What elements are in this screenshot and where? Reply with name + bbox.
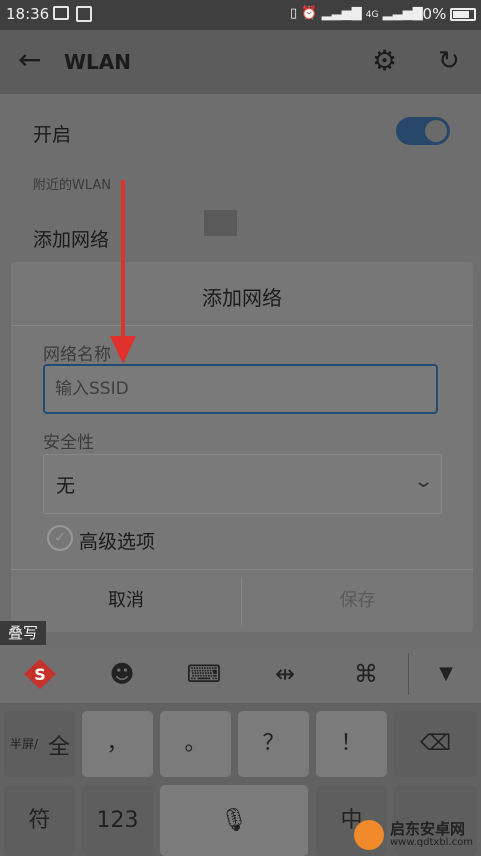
status-time: 18:36 xyxy=(6,5,50,23)
app-bar: ← WLAN ⚙ ↻ xyxy=(0,30,481,94)
space-key[interactable]: 🎙 xyxy=(160,785,308,856)
checkbox-icon[interactable]: ✓ xyxy=(47,525,73,551)
collapse-icon[interactable]: ▼ xyxy=(428,657,464,691)
notification-icon xyxy=(53,6,69,20)
watermark: 启东安卓网 www.qdtxbl.com xyxy=(352,818,478,852)
status-icons: ▯ ⏰ ▂▃▅▇ 4G ▂▃▅▇ xyxy=(290,6,423,21)
refresh-icon[interactable]: ↻ xyxy=(438,46,460,76)
status-bar: 18:36 ▯ ⏰ ▂▃▅▇ 4G ▂▃▅▇ 80% xyxy=(0,0,481,30)
backspace-icon: ⌫ xyxy=(419,731,452,756)
keyboard-icon[interactable]: ⌨ xyxy=(186,657,222,691)
vibrate-icon: ▯ xyxy=(290,6,298,21)
add-network-item[interactable]: 添加网络 xyxy=(33,225,109,252)
security-select[interactable]: 无 ⌄ xyxy=(43,454,442,514)
advanced-options-label: 高级选项 xyxy=(79,531,156,553)
back-arrow-icon[interactable]: ← xyxy=(18,45,41,75)
exclaim-key[interactable]: ！ xyxy=(316,711,387,777)
cursor-icon[interactable]: ⇹ xyxy=(267,657,303,691)
full-label: 全 xyxy=(48,735,71,760)
security-value: 无 xyxy=(56,475,76,497)
toggle-knob xyxy=(425,120,447,142)
watermark-logo-icon xyxy=(354,820,384,850)
period-key[interactable]: 。 xyxy=(160,711,231,777)
add-network-dialog: 添加网络 网络名称 安全性 无 ⌄ ✓ 高级选项 取消 保存 xyxy=(11,262,473,632)
chevron-down-icon: ⌄ xyxy=(412,471,435,492)
alarm-icon: ⏰ xyxy=(301,6,318,21)
halfwidth-key[interactable]: 半屏/ 全 xyxy=(4,711,75,777)
dialog-title: 添加网络 xyxy=(202,286,282,310)
sogou-logo-icon[interactable]: S xyxy=(22,657,58,691)
wlan-toggle[interactable] xyxy=(396,117,450,145)
network-type-label: 4G xyxy=(365,10,379,20)
divider xyxy=(11,325,473,326)
watermark-title: 启东安卓网 xyxy=(390,820,466,838)
gear-icon[interactable]: ⚙ xyxy=(372,46,397,76)
security-label: 安全性 xyxy=(43,433,94,453)
keyboard-toolbar: S ☻ ⌨ ⇹ ⌘ ▼ xyxy=(0,645,481,703)
battery-icon xyxy=(450,8,476,21)
ssid-label: 网络名称 xyxy=(43,345,111,365)
symbol-key[interactable]: 符 xyxy=(4,785,75,856)
page-title: WLAN xyxy=(64,50,132,74)
halfwidth-label: 半屏/ xyxy=(10,737,39,751)
command-icon[interactable]: ⌘ xyxy=(348,657,384,691)
svg-text:S: S xyxy=(34,665,46,684)
wlan-enable-label: 开启 xyxy=(33,124,72,146)
divider xyxy=(408,653,409,695)
save-button[interactable]: 保存 xyxy=(242,569,473,632)
emoji-icon[interactable]: ☻ xyxy=(104,657,140,691)
nearby-wlan-header: 附近的WLAN xyxy=(33,178,112,193)
comma-key[interactable]: ， xyxy=(82,711,153,777)
overlay-badge[interactable]: 叠写 xyxy=(0,621,46,645)
backspace-key[interactable]: ⌫ xyxy=(394,711,477,777)
screenshot-notification-icon xyxy=(76,6,92,22)
numbers-key[interactable]: 123 xyxy=(82,785,153,856)
signal-icon: ▂▃▅▇ xyxy=(321,6,362,21)
question-key[interactable]: ？ xyxy=(238,711,309,777)
ssid-input[interactable] xyxy=(43,364,438,414)
battery-percent: 80% xyxy=(413,5,447,23)
watermark-url: www.qdtxbl.com xyxy=(390,837,473,848)
ghost-icon xyxy=(204,210,237,236)
mic-icon: 🎙 xyxy=(220,808,248,833)
